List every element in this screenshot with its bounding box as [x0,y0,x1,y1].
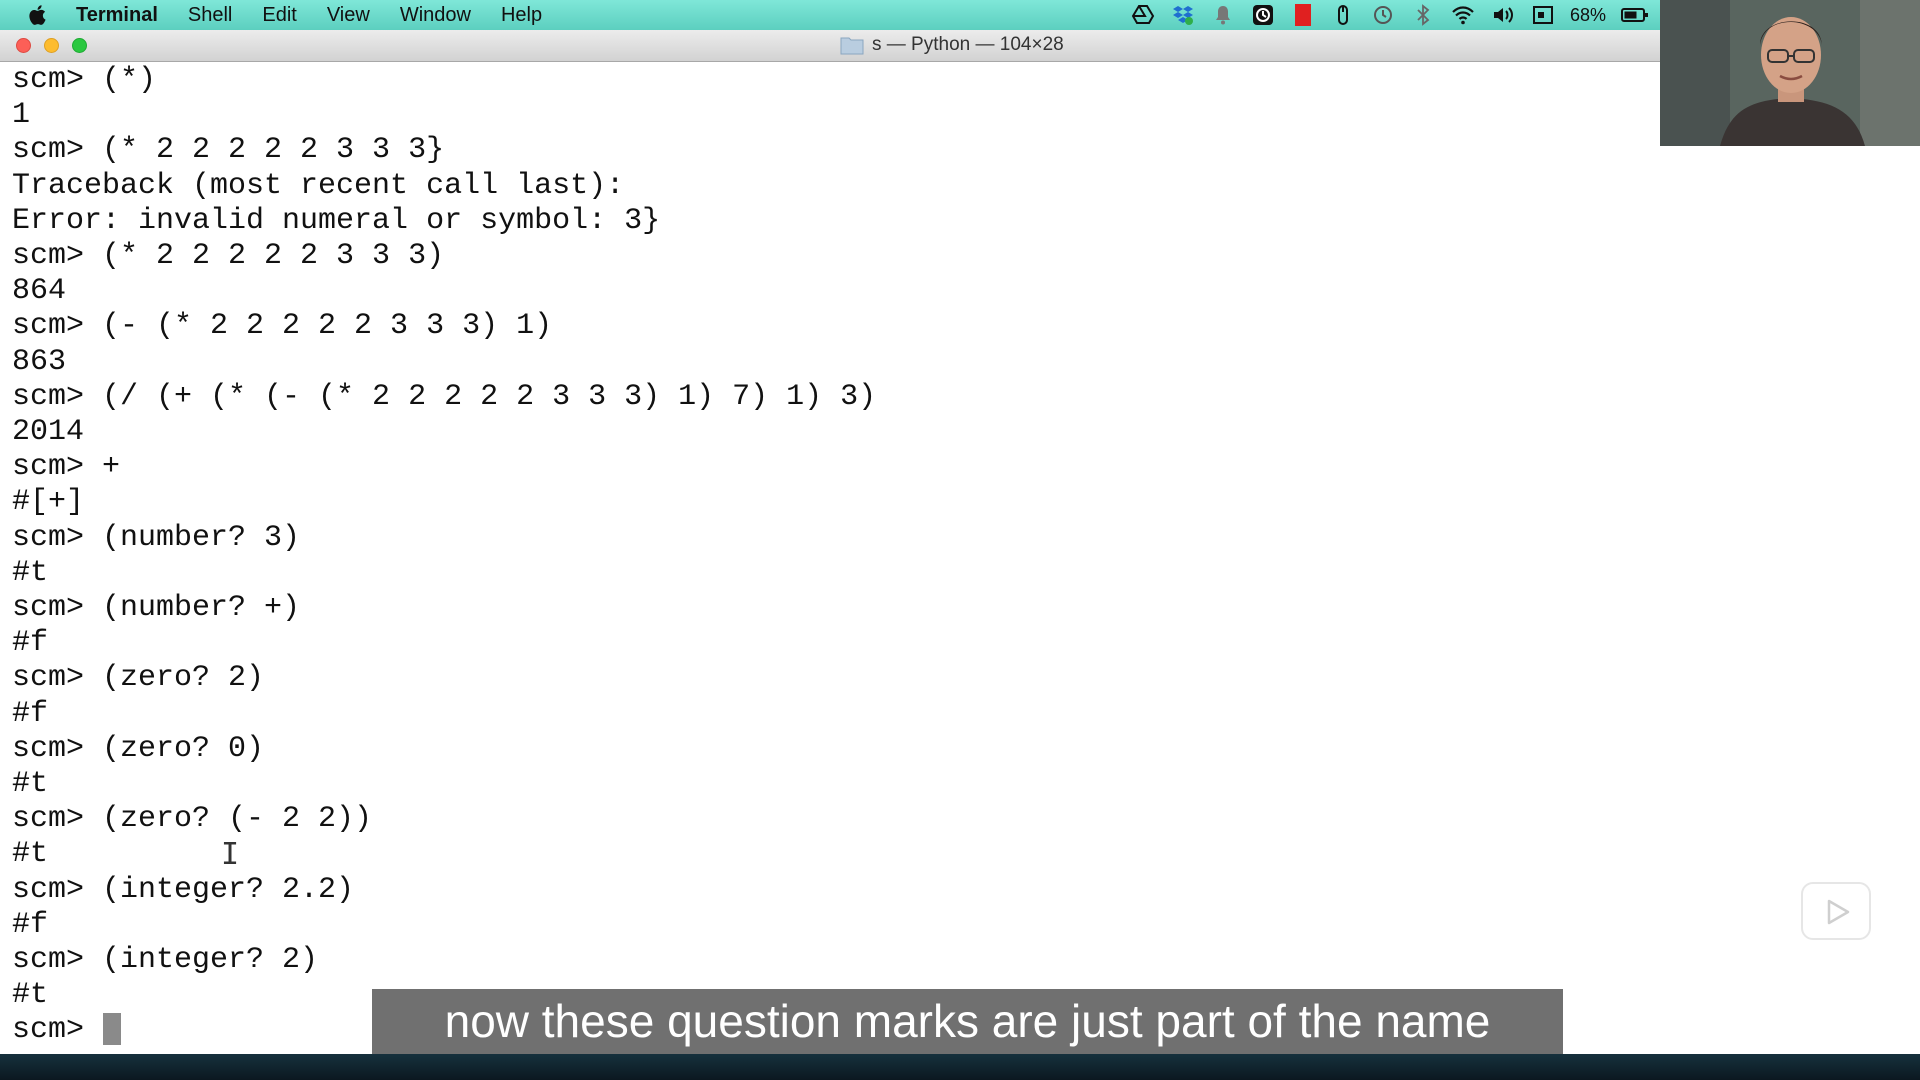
play-button[interactable] [1801,882,1871,940]
terminal-prompt-line: scm> (- (* 2 2 2 2 2 3 3 3) 1) [12,309,553,344]
terminal-prompt-line: scm> (zero? 2) [12,661,265,696]
terminal-output-line: Traceback (most recent call last): [12,168,625,203]
terminal-output[interactable]: scm> (*) 1 scm> (* 2 2 2 2 2 3 3 3} Traceba… [0,62,1920,1054]
battery-percentage[interactable]: 68% [1570,5,1606,26]
desktop-background [0,1054,1920,1080]
window-title-text: s — Python — 104×28 [872,34,1064,55]
terminal-output-line: #f [12,907,49,942]
apple-icon[interactable] [24,2,52,28]
menu-edit[interactable]: Edit [262,4,296,27]
terminal-prompt-line: scm> (number? 3) [12,520,301,555]
terminal-prompt-line: scm> (/ (+ (* (- (* 2 2 2 2 2 3 3 3) 1) … [12,379,877,414]
terminal-prompt-line: scm> (zero? 0) [12,731,265,766]
terminal-prompt-line: scm> (integer? 2) [12,943,319,977]
clock-app-icon[interactable] [1250,3,1276,27]
zoom-window-button[interactable] [72,38,87,53]
terminal-prompt-line: scm> (number? +) [12,591,301,625]
folder-icon [840,37,864,55]
terminal-prompt-line: scm> (zero? (- 2 2)) [12,802,373,837]
menu-bar: Terminal Shell Edit View Window Help 68% [0,0,1920,30]
ibeam-cursor-icon: I [221,837,240,872]
terminal-output-line: #t [12,978,49,1013]
video-subtitle: now these question marks are just part o… [372,989,1563,1054]
terminal-output-line: 863 [12,344,67,379]
mouse-icon[interactable] [1330,3,1356,27]
terminal-output-line: #t [12,837,49,872]
menu-shell[interactable]: Shell [188,4,232,27]
terminal-output-line: #[+] [12,485,85,520]
display-icon[interactable] [1530,3,1556,27]
menu-window[interactable]: Window [400,4,471,27]
terminal-prompt-line: scm> (* 2 2 2 2 2 3 3 3} [12,133,445,168]
play-icon [1827,899,1850,925]
terminal-prompt-line: scm> (*) [12,63,157,97]
screen: Terminal Shell Edit View Window Help 68%… [0,0,1920,1080]
terminal-output-line: Error: invalid numeral or symbol: 3} [12,203,661,238]
dropbox-icon[interactable] [1170,3,1196,27]
wifi-icon[interactable] [1450,3,1476,27]
battery-icon[interactable] [1620,3,1650,27]
minimize-window-button[interactable] [44,38,59,53]
window-title-bar[interactable]: s — Python — 104×28 [0,30,1660,62]
terminal-prompt-line: scm> (* 2 2 2 2 2 3 3 3) [12,239,445,273]
close-window-button[interactable] [16,38,31,53]
red-app-icon[interactable] [1290,3,1316,27]
google-drive-icon[interactable] [1130,3,1156,27]
terminal-cursor [103,1013,121,1045]
volume-icon[interactable] [1490,3,1516,27]
terminal-prompt-line: scm> [12,1013,103,1048]
terminal-output-line: 1 [12,98,31,133]
terminal-output-line: #f [12,696,49,731]
terminal-output-line: #t [12,767,49,801]
terminal-prompt-line: scm> + [12,450,121,485]
window-title: s — Python — 104×28 [840,34,1064,56]
menu-view[interactable]: View [327,4,370,27]
menu-terminal[interactable]: Terminal [76,4,158,27]
status-area: 68% [1130,0,1650,30]
terminal-output-line: 864 [12,274,67,309]
bluetooth-icon[interactable] [1410,3,1436,27]
time-machine-icon[interactable] [1370,3,1396,27]
terminal-prompt-line: scm> (integer? 2.2) [12,872,355,907]
terminal-output-line: #t [12,555,49,590]
presenter-webcam [1660,0,1920,146]
terminal-output-line: 2014 [12,415,85,449]
terminal-output-line: #f [12,626,49,661]
presenter-video-icon [1660,0,1920,146]
menu-help[interactable]: Help [501,4,542,27]
notification-bell-icon[interactable] [1210,3,1236,27]
